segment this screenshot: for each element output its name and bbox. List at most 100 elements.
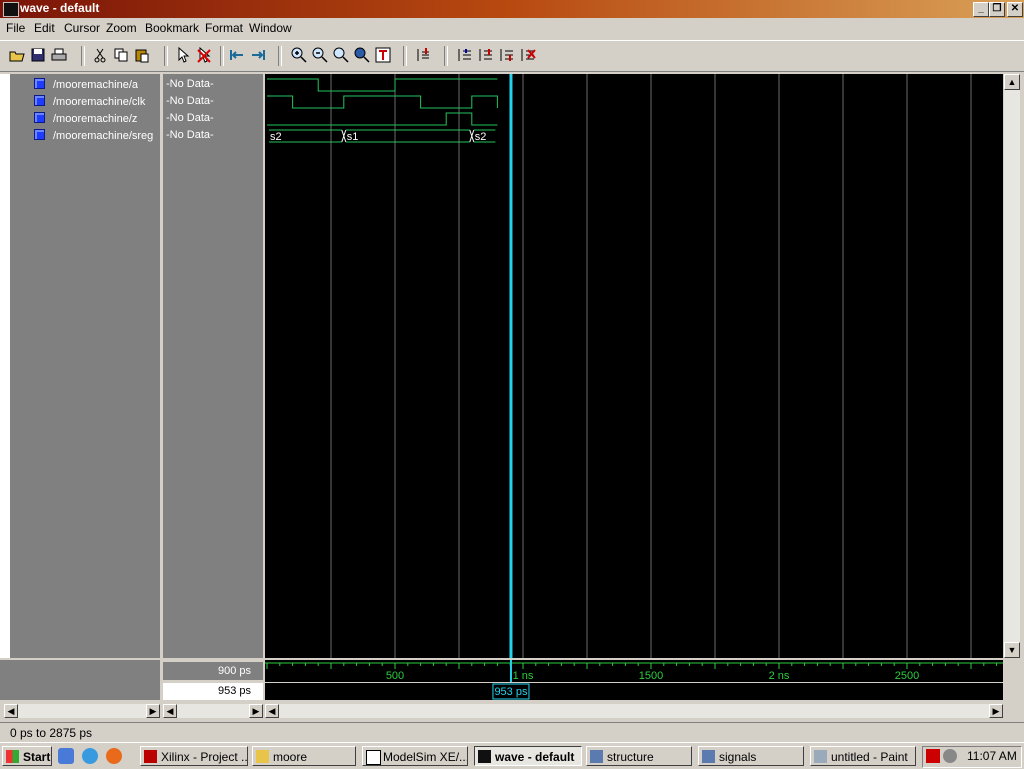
task-structure[interactable]: structure [586,746,692,766]
wave-sreg-transition [469,129,475,143]
wave-sreg-label: s2 [270,131,282,143]
cut-icon[interactable] [91,46,109,64]
toolbar-separator [81,46,85,66]
wave-sreg-segment [345,129,470,143]
value-hscrollbar[interactable]: ◀ ▶ [163,704,263,718]
title-bar[interactable]: wave - default _ ❐ ✕ [0,0,1024,18]
menu-cursor[interactable]: Cursor [64,21,100,35]
signal-value: -No Data- [166,78,214,90]
antivirus-icon[interactable] [926,749,940,763]
find-edge-icon[interactable] [456,46,474,64]
delete-cursor-icon[interactable] [519,46,537,64]
wave-sreg-transition [341,129,347,143]
paste-icon[interactable] [133,46,151,64]
select-pointer-icon[interactable] [174,46,192,64]
scroll-down-button[interactable]: ▼ [1004,642,1020,658]
task-moore[interactable]: moore [252,746,356,766]
signal-value: -No Data- [166,95,214,107]
delete-icon[interactable] [195,46,213,64]
prev-edge-icon[interactable] [228,46,246,64]
wave-hscrollbar[interactable]: ◀ ▶ [265,704,1003,718]
scroll-right-button[interactable]: ▶ [989,704,1003,718]
menu-bar: File Edit Cursor Zoom Bookmark Format Wi… [0,18,1024,38]
task-xilinx[interactable]: Xilinx - Project ... [140,746,248,766]
cursor-strip-canvas: 953 ps [492,683,530,700]
scroll-up-button[interactable]: ▲ [1004,74,1020,90]
app-icon[interactable] [3,2,19,17]
waveform-pane[interactable]: s2 s1 s2 [265,74,1003,658]
signal-name-pane[interactable]: /mooremachine/a /mooremachine/clk /moore… [10,74,160,658]
scroll-right-button[interactable]: ▶ [249,704,263,718]
structure-icon [590,750,603,763]
signal-value: -No Data- [166,112,214,124]
signal-icon [34,112,45,123]
firefox-icon[interactable] [106,748,122,764]
task-modelsim[interactable]: ModelSim XE/... [362,746,468,766]
signal-row[interactable]: /mooremachine/a [34,78,138,94]
menu-zoom[interactable]: Zoom [106,21,137,35]
signal-row[interactable]: /mooremachine/sreg [34,129,153,145]
timeline-tick-label: 1 ns [513,670,534,682]
toolbar-separator [220,46,224,66]
scroll-right-button[interactable]: ▶ [146,704,160,718]
clock[interactable]: 11:07 AM [967,749,1017,763]
cursor-time-label: 953 ps [163,683,263,700]
menu-bookmark[interactable]: Bookmark [145,21,199,35]
copy-icon[interactable] [112,46,130,64]
menu-edit[interactable]: Edit [34,21,55,35]
signals-icon [702,750,715,763]
cursor-tag-label: 953 ps [494,686,528,698]
task-signals[interactable]: signals [698,746,804,766]
task-paint[interactable]: untitled - Paint [810,746,916,766]
vertical-scrollbar[interactable]: ▲ ▼ [1004,74,1020,658]
timeline-ruler[interactable]: 500 1 ns 1500 2 ns 2500 [265,660,1003,682]
print-icon[interactable] [50,46,68,64]
open-icon[interactable] [8,46,26,64]
signal-row[interactable]: /mooremachine/z [34,112,137,128]
zoom-in-icon[interactable] [290,46,308,64]
volume-icon[interactable] [943,749,957,763]
folder-icon [256,750,269,763]
internet-explorer-icon[interactable] [82,748,98,764]
scroll-left-button[interactable]: ◀ [265,704,279,718]
wave-a [267,78,498,92]
waveform-canvas[interactable]: s2 s1 s2 [265,74,1003,658]
name-hscrollbar[interactable]: ◀ ▶ [4,704,160,718]
cursor-name-pane [0,660,160,700]
pane-left-edge [0,74,10,658]
close-button[interactable]: ✕ [1007,2,1023,17]
menu-window[interactable]: Window [249,21,292,35]
signal-name: /mooremachine/clk [53,96,146,108]
toolbar [0,40,1024,72]
system-tray: 11:07 AM [922,746,1022,768]
scroll-left-button[interactable]: ◀ [163,704,177,718]
find-next-icon[interactable] [498,46,516,64]
signal-icon [34,95,45,106]
minimize-button[interactable]: _ [973,2,989,17]
zoom-cursor-icon[interactable] [374,46,392,64]
task-label: ModelSim XE/... [383,750,468,764]
task-wave-default[interactable]: wave - default [474,746,582,766]
insert-cursor-icon[interactable] [414,46,432,64]
wave-clk [267,95,498,109]
zoom-area-icon[interactable] [353,46,371,64]
timeline-tick-label: 2 ns [769,670,790,682]
task-label: structure [607,750,654,764]
task-label: moore [273,750,308,764]
menu-file[interactable]: File [6,21,25,35]
save-icon[interactable] [29,46,47,64]
signal-row[interactable]: /mooremachine/clk [34,95,145,111]
scroll-left-button[interactable]: ◀ [4,704,18,718]
find-prev-icon[interactable] [477,46,495,64]
start-button[interactable]: Start [2,746,52,766]
zoom-full-icon[interactable] [332,46,350,64]
task-label: untitled - Paint [831,750,908,764]
menu-format[interactable]: Format [205,21,243,35]
cursor-strip[interactable]: 953 ps [265,683,1003,700]
status-bar: 0 ps to 2875 ps [0,722,1024,743]
zoom-out-icon[interactable] [311,46,329,64]
restore-button[interactable]: ❐ [989,2,1005,17]
show-desktop-icon[interactable] [58,748,74,764]
next-edge-icon[interactable] [249,46,267,64]
signal-value-pane[interactable]: -No Data- -No Data- -No Data- -No Data- [163,74,263,658]
